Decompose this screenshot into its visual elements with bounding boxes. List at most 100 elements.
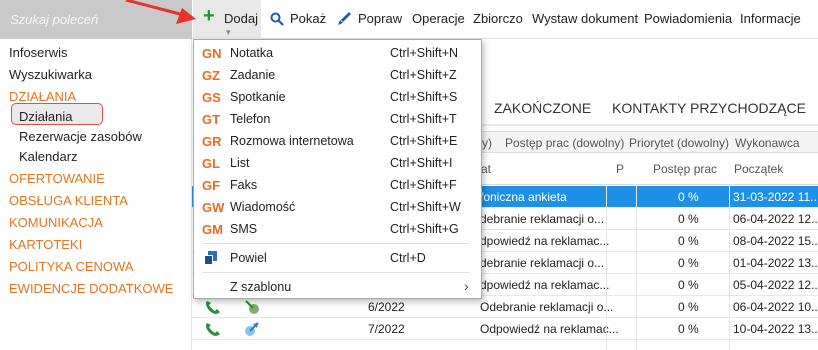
row-progress: 0 % [678,278,699,292]
add-dropdown-menu: Powiel Ctrl+D Z szablonu › GN Notatka Ctrl… [193,39,482,299]
command-search[interactable]: Szukaj poleceń [0,0,192,39]
row-start: 01-04-2022 13... [733,256,818,270]
row-subject: debranie reklamacji o... [480,212,605,226]
menu-item-code: GN [202,46,222,61]
menu-item-shortcut: Ctrl+Shift+S [390,90,458,104]
menu-item-code: GM [202,222,223,237]
search-placeholder: Szukaj poleceń [10,12,99,27]
bulk-button[interactable]: Zbiorczo [473,11,523,26]
row-subject: dpowiedź na reklamac... [480,278,610,292]
menu-item-label: Spotkanie [230,90,286,104]
chevron-right-icon: › [464,278,469,294]
row-progress: 0 % [678,190,699,204]
chevron-down-icon: ▾ [226,27,231,37]
table-row[interactable]: 6/2022 Odebranie reklamacji o... 0 % 06-04-… [192,296,818,318]
sidebar: Infoserwis Wyszukiwarka DZIAŁANIA Działa… [0,39,192,350]
sidebar-item-kalendarz[interactable]: Kalendarz [19,149,78,164]
menu-item[interactable]: GL List Ctrl+Shift+I [194,152,481,174]
filter-assignee[interactable]: Wykonawca [735,136,800,150]
col-priority[interactable]: P [616,162,624,176]
menu-item-label: Z szablonu [230,280,292,294]
notifications-button[interactable]: Powiadomienia [644,11,732,26]
row-start: 08-04-2022 15... [733,234,818,248]
row-progress: 0 % [678,234,699,248]
grid-line [729,185,730,350]
sidebar-item-rezerwacje[interactable]: Rezerwacje zasobów [19,129,142,144]
menu-item[interactable]: GZ Zadanie Ctrl+Shift+Z [194,64,481,86]
menu-item-shortcut: Ctrl+Shift+G [390,222,459,236]
outgoing-call-icon [245,322,259,336]
row-subject: dpowiedź na reklamac... [480,234,610,248]
sidebar-item-wyszukiwarka[interactable]: Wyszukiwarka [9,67,92,82]
menu-separator [202,243,470,244]
row-number: 7/2022 [368,322,405,336]
operations-button[interactable]: Operacje [412,11,465,26]
menu-item[interactable]: GR Rozmowa internetowa Ctrl+Shift+E [194,130,481,152]
sidebar-group-ewidencje[interactable]: EWIDENCJE DODATKOWE [9,281,173,296]
show-button[interactable]: Pokaż [290,11,326,26]
row-start: 05-04-2022 12... [733,278,818,292]
sidebar-group-kartoteki[interactable]: KARTOTEKI [9,237,82,252]
col-progress[interactable]: Postęp prac [653,162,717,176]
menu-item-label: Zadanie [230,68,276,82]
menu-item[interactable]: GM SMS Ctrl+Shift+G [194,218,481,240]
grid-line [606,185,607,350]
filter-progress[interactable]: Postęp prac (dowolny) [505,136,624,150]
grid-line [636,185,637,350]
table-row[interactable]: 7/2022 Odpowiedź na reklamac... 0 % 10-04-2… [192,318,818,340]
brush-icon [338,11,352,25]
issue-document-button[interactable]: Wystaw dokument [532,11,638,26]
col-start[interactable]: Początek [734,162,783,176]
menu-item-label: List [230,156,250,170]
info-button[interactable]: Informacje [740,11,801,26]
add-button[interactable]: + Dodaj ▾ [193,0,261,39]
menu-item[interactable]: GN Notatka Ctrl+Shift+N [194,42,481,64]
row-start: 31-03-2022 11... [733,190,818,204]
menu-item-shortcut: Ctrl+Shift+T [390,112,457,126]
sidebar-group-dzialania[interactable]: DZIAŁANIA [9,89,76,104]
menu-item-code: GT [202,112,221,127]
menu-item-shortcut: Ctrl+Shift+I [390,156,453,170]
sidebar-item-dzialania[interactable]: Działania [19,109,72,124]
menu-item-powiel[interactable]: Powiel Ctrl+D [194,247,481,269]
menu-item-z-szablonu[interactable]: Z szablonu › [194,276,481,298]
sidebar-item-infoserwis[interactable]: Infoserwis [9,45,68,60]
phone-icon [206,323,220,336]
menu-item-label: Faks [230,178,258,192]
menu-item[interactable]: GT Telefon Ctrl+Shift+T [194,108,481,130]
menu-item[interactable]: GF Faks Ctrl+Shift+F [194,174,481,196]
row-subject: debranie reklamacji o... [480,256,605,270]
tab-kontakty[interactable]: KONTAKTY PRZYCHODZĄCE [612,100,806,116]
menu-item-label: Telefon [230,112,271,126]
sidebar-group-polityka-cenowa[interactable]: POLITYKA CENOWA [9,259,134,274]
filter-1[interactable]: y) [482,136,492,150]
menu-item[interactable]: GS Spotkanie Ctrl+Shift+S [194,86,481,108]
row-start: 10-04-2022 13... [733,322,818,336]
sidebar-group-ofertowanie[interactable]: OFERTOWANIE [9,171,105,186]
menu-item-label: Wiadomość [230,200,296,214]
menu-item[interactable]: GW Wiadomość Ctrl+Shift+W [194,196,481,218]
menu-item-shortcut: Ctrl+Shift+W [390,200,461,214]
row-progress: 0 % [678,300,699,314]
tab-zakonczone[interactable]: ZAKOŃCZONE [494,100,591,116]
menu-item-shortcut: Ctrl+Shift+Z [390,68,457,82]
row-number: 6/2022 [368,300,405,314]
sidebar-group-komunikacja[interactable]: KOMUNIKACJA [9,215,103,230]
phone-icon [206,301,220,314]
row-start: 06-04-2022 10... [733,300,818,314]
row-progress: 0 % [678,322,699,336]
add-button-label: Dodaj [224,11,258,26]
plus-icon: + [203,5,215,27]
row-progress: 0 % [678,212,699,226]
row-subject: Odpowiedź na reklamac... [480,322,619,336]
edit-button[interactable]: Popraw [358,11,402,26]
tab-underline [480,124,818,126]
menu-item-code: GF [202,178,221,193]
menu-item-code: GL [202,156,221,171]
filter-priority[interactable]: Priorytet (dowolny) [629,136,729,150]
menu-item-code: GR [202,134,222,149]
row-progress: 0 % [678,256,699,270]
col-temat[interactable]: at [481,162,491,176]
row-start: 06-04-2022 12... [733,212,818,226]
sidebar-group-obsluga-klienta[interactable]: OBSŁUGA KLIENTA [9,193,128,208]
